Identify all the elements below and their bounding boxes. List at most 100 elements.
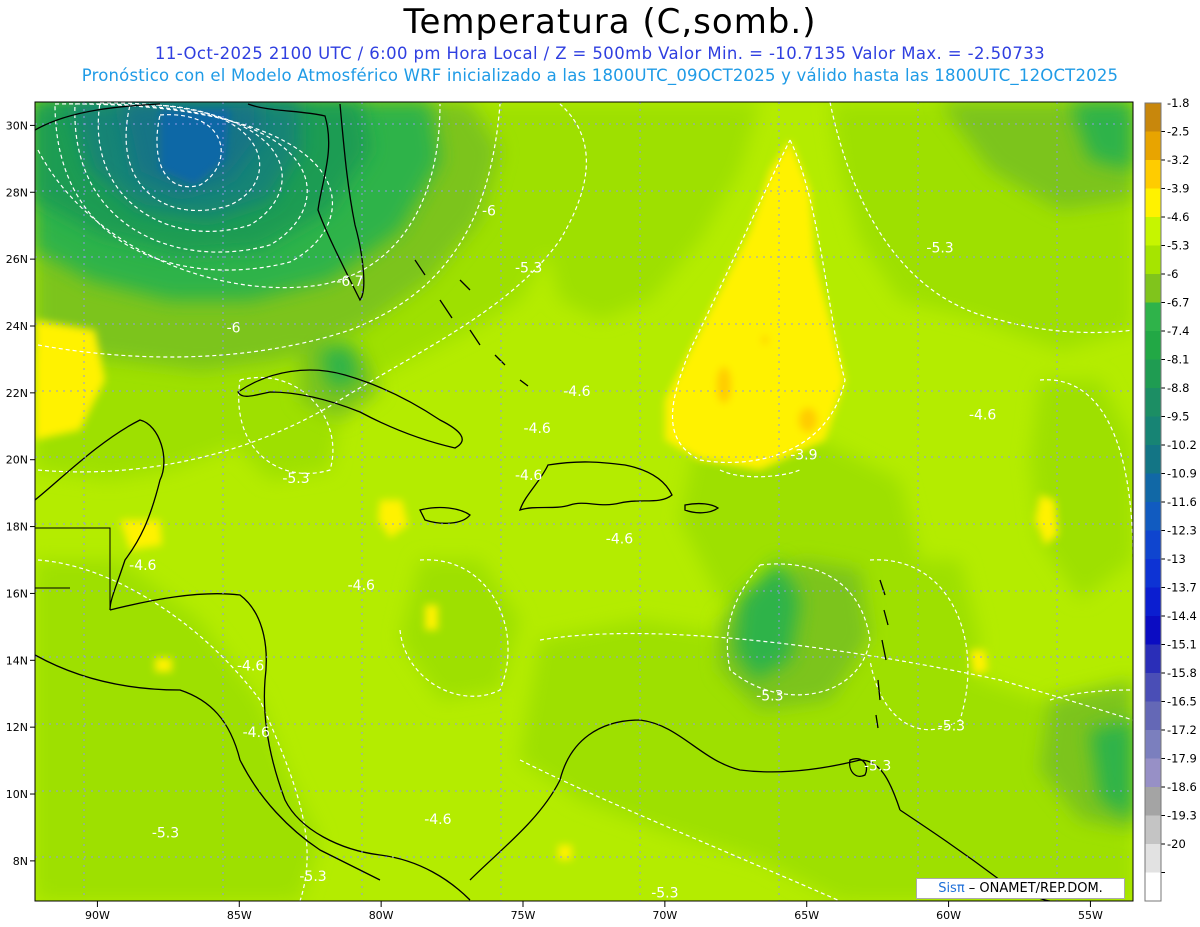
plot-area: -6.7 -6 -6 -5.3 -5.3 -4.6 -4.6 -4.6 -4.6 -4.6 -4.6… [35,102,1133,902]
contour-label: -5.3 [651,886,678,902]
colorbar-label: -7.4 [1167,324,1189,338]
colorbar-swatch [1145,131,1161,161]
colorbar-label: -15.1 [1167,638,1197,652]
lon-tick-label: 55W [1078,909,1103,922]
lat-tick-label: 12N [6,721,28,734]
lat-tick-label: 10N [6,788,28,801]
colorbar-swatch [1145,445,1161,474]
colorbar-label: -18.6 [1167,780,1197,794]
contour-label: -6 [227,321,241,337]
contour-label: -4.6 [969,408,996,424]
colorbar-swatch [1145,872,1161,902]
contour-label: -4.6 [563,384,590,400]
colorbar-label: -11.6 [1167,495,1197,509]
colorbar-label: -8.1 [1167,353,1189,367]
colorbar-swatch [1145,359,1161,389]
lon-tick-label: 80W [369,909,394,922]
colorbar-label: -20 [1167,837,1186,851]
colorbar-label: -15.8 [1167,666,1197,680]
colorbar-label: -17.9 [1167,752,1197,766]
colorbar-swatch [1145,302,1161,332]
colorbar-label: -3.2 [1167,153,1189,167]
contour-label: -4.6 [606,531,633,547]
contour-label: -4.6 [129,558,156,574]
colorbar-label: -13 [1167,552,1186,566]
colorbar-label: -8.8 [1167,381,1189,395]
colorbar-label: -5.3 [1167,239,1189,253]
colorbar-label: -6.7 [1167,296,1189,310]
colorbar-swatch [1145,701,1161,731]
colorbar-swatch [1145,815,1161,845]
lon-tick-label: 60W [936,909,961,922]
lon-tick-label: 85W [227,909,252,922]
credit-text: – ONAMET/REP.DOM. [964,881,1103,896]
contour-label: -5.3 [926,240,953,256]
lat-tick-label: 8N [13,855,28,868]
colorbar-swatch [1145,103,1161,132]
contour-label: -4.6 [348,578,375,594]
colorbar-label: -6 [1167,267,1178,281]
colorbar-swatch [1145,787,1161,816]
contour-label: -5.3 [299,869,326,885]
colorbar-label: -9.5 [1167,410,1189,424]
colorbar-label: -1.8 [1167,96,1189,110]
contour-label: -5.3 [864,759,891,775]
colorbar-swatch [1145,616,1161,645]
colorbar-label: -14.4 [1167,609,1197,623]
contour-label: -4.6 [515,468,542,484]
colorbar-label: -12.3 [1167,524,1197,538]
lat-tick-label: 26N [6,253,28,266]
lat-tick-label: 30N [6,119,28,132]
latitude-axis: 30N 28N 26N 24N 22N 20N 18N 16N 14N 12N 10N 8N [6,119,35,868]
colorbar-swatch [1145,160,1161,189]
colorbar-swatch [1145,331,1161,360]
contour-label: -5.3 [756,688,783,704]
colorbar-swatch [1145,730,1161,759]
colorbar-swatch [1145,644,1161,674]
contour-label: -6.7 [336,274,363,290]
colorbar: -1.8 -2.5 -3.2 -3.9 -4.6 -5.3 -6 -6.7 -7.4 -8.1 -8… [1144,96,1197,902]
colorbar-label: -10.2 [1167,438,1197,452]
colorbar-swatch [1145,844,1161,873]
contour-label: -6 [482,204,496,220]
colorbar-label: -13.7 [1167,581,1197,595]
contour-label: -5.3 [152,825,179,841]
colorbar-swatch [1145,559,1161,588]
temperature-map: -6.7 -6 -6 -5.3 -5.3 -4.6 -4.6 -4.6 -4.6 -4.6 -4.6… [6,96,1197,922]
contour-label: -4.6 [424,812,451,828]
colorbar-label: -17.2 [1167,723,1197,737]
colorbar-swatch [1145,388,1161,417]
contour-label: -4.6 [524,421,551,437]
contour-label: -5.3 [282,471,309,487]
colorbar-swatch [1145,188,1161,218]
contour-label: -5.3 [938,719,965,735]
colorbar-label: -10.9 [1167,467,1197,481]
lat-tick-label: 14N [6,654,28,667]
lon-tick-label: 65W [794,909,819,922]
lon-tick-label: 70W [652,909,677,922]
colorbar-swatch [1145,473,1161,503]
contour-label: -3.9 [790,448,817,464]
colorbar-swatch [1145,274,1161,303]
colorbar-swatch [1145,245,1161,275]
sispi-logo: Sisπ [938,881,965,896]
lat-tick-label: 20N [6,454,28,467]
colorbar-label: -4.6 [1167,210,1189,224]
colorbar-swatch [1145,217,1161,246]
lat-tick-label: 28N [6,186,28,199]
lat-tick-label: 22N [6,387,28,400]
lon-tick-label: 90W [85,909,110,922]
contour-label: -5.3 [515,260,542,276]
colorbar-swatch [1145,758,1161,788]
colorbar-swatch [1145,673,1161,702]
colorbar-label: -19.3 [1167,809,1197,823]
lat-tick-label: 24N [6,320,28,333]
colorbar-swatch [1145,502,1161,531]
lat-tick-label: 18N [6,521,28,534]
colorbar-label: -16.5 [1167,695,1197,709]
longitude-axis: 90W 85W 80W 75W 70W 65W 60W 55W [85,901,1103,922]
colorbar-swatch [1145,587,1161,617]
lon-tick-label: 75W [511,909,536,922]
colorbar-swatch [1145,416,1161,446]
contour-label: -4.6 [237,658,264,674]
